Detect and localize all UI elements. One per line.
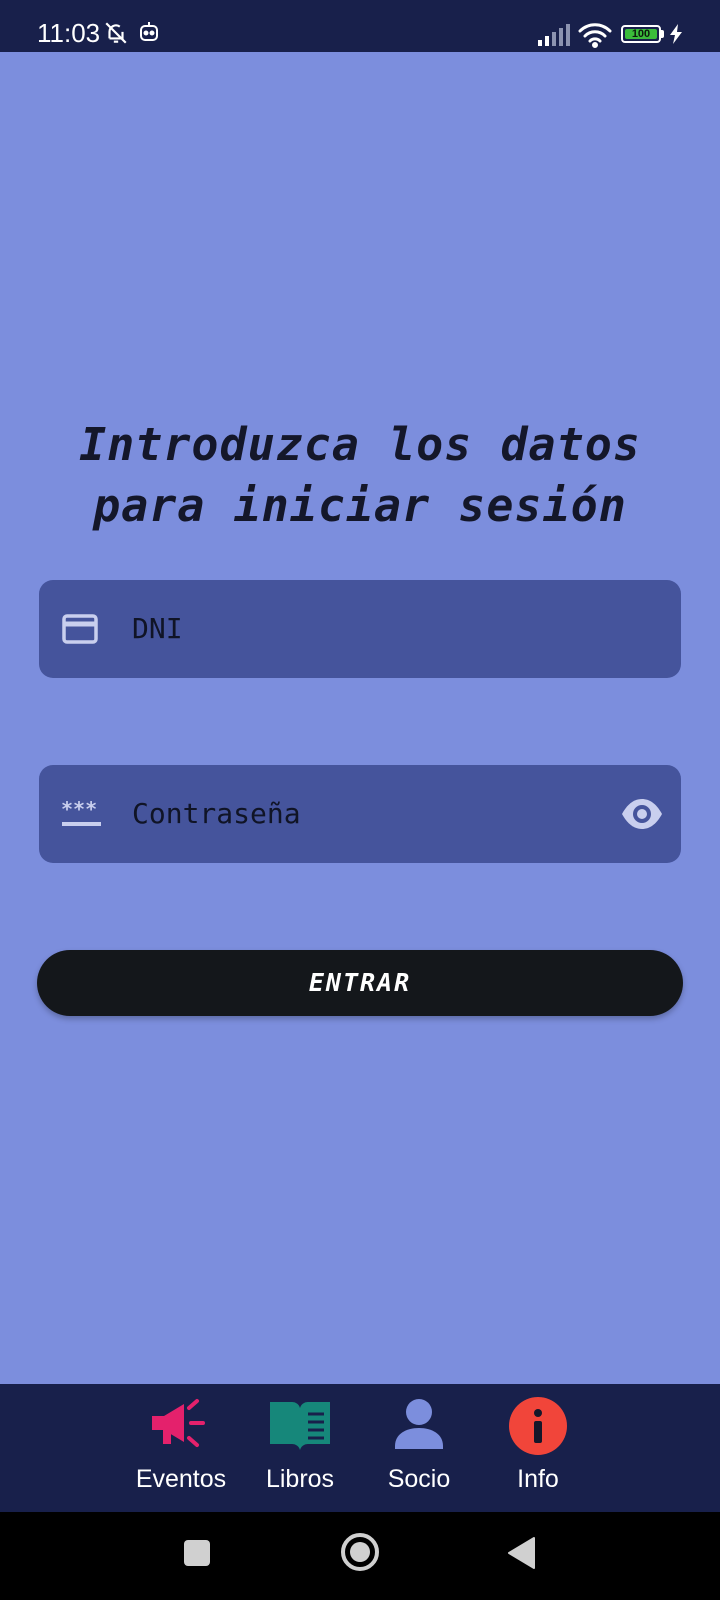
dni-placeholder: DNI	[132, 612, 183, 645]
svg-text:***: ***	[61, 797, 97, 821]
id-card-icon	[61, 611, 99, 652]
heading-line-2: para iniciar sesión	[93, 479, 627, 532]
nav-label-socio: Socio	[387, 1465, 451, 1493]
status-time: 11:03	[37, 18, 101, 48]
nav-item-socio[interactable]: Socio	[359, 1384, 479, 1512]
info-icon	[478, 1396, 598, 1460]
battery-level: 100	[631, 28, 651, 40]
bell-off-icon	[103, 20, 129, 51]
nav-label-eventos: Eventos	[135, 1465, 227, 1493]
charging-bolt-icon	[669, 24, 683, 49]
heading-line-1: Introduzca los datos	[79, 418, 641, 471]
nav-item-libros[interactable]: Libros	[240, 1384, 360, 1512]
password-field[interactable]: *** Contraseña	[39, 765, 681, 863]
book-icon	[240, 1396, 360, 1460]
megaphone-icon	[121, 1396, 241, 1460]
dni-field[interactable]: DNI	[39, 580, 681, 678]
battery-icon: 100	[621, 25, 661, 43]
wifi-icon	[578, 22, 612, 53]
person-icon	[359, 1396, 479, 1460]
nav-item-eventos[interactable]: Eventos	[121, 1384, 241, 1512]
signal-icon	[538, 24, 572, 51]
recents-square-icon[interactable]	[183, 1539, 211, 1572]
status-bar: 11:03 100	[0, 0, 720, 52]
home-circle-icon[interactable]	[340, 1532, 380, 1577]
bottom-nav: Eventos Libros Socio Info	[0, 1384, 720, 1512]
back-triangle-icon[interactable]	[506, 1536, 536, 1575]
system-nav-bar	[0, 1512, 720, 1600]
nav-label-libros: Libros	[265, 1465, 335, 1493]
robot-icon	[138, 20, 160, 49]
nav-label-info: Info	[517, 1465, 559, 1493]
password-asterisks-icon: ***	[61, 796, 103, 837]
login-heading: Introduzca los datos para iniciar sesión	[40, 414, 680, 536]
enter-button[interactable]: ENTRAR	[37, 950, 683, 1016]
password-placeholder: Contraseña	[132, 797, 301, 830]
nav-item-info[interactable]: Info	[478, 1384, 598, 1512]
eye-icon[interactable]	[621, 796, 663, 837]
